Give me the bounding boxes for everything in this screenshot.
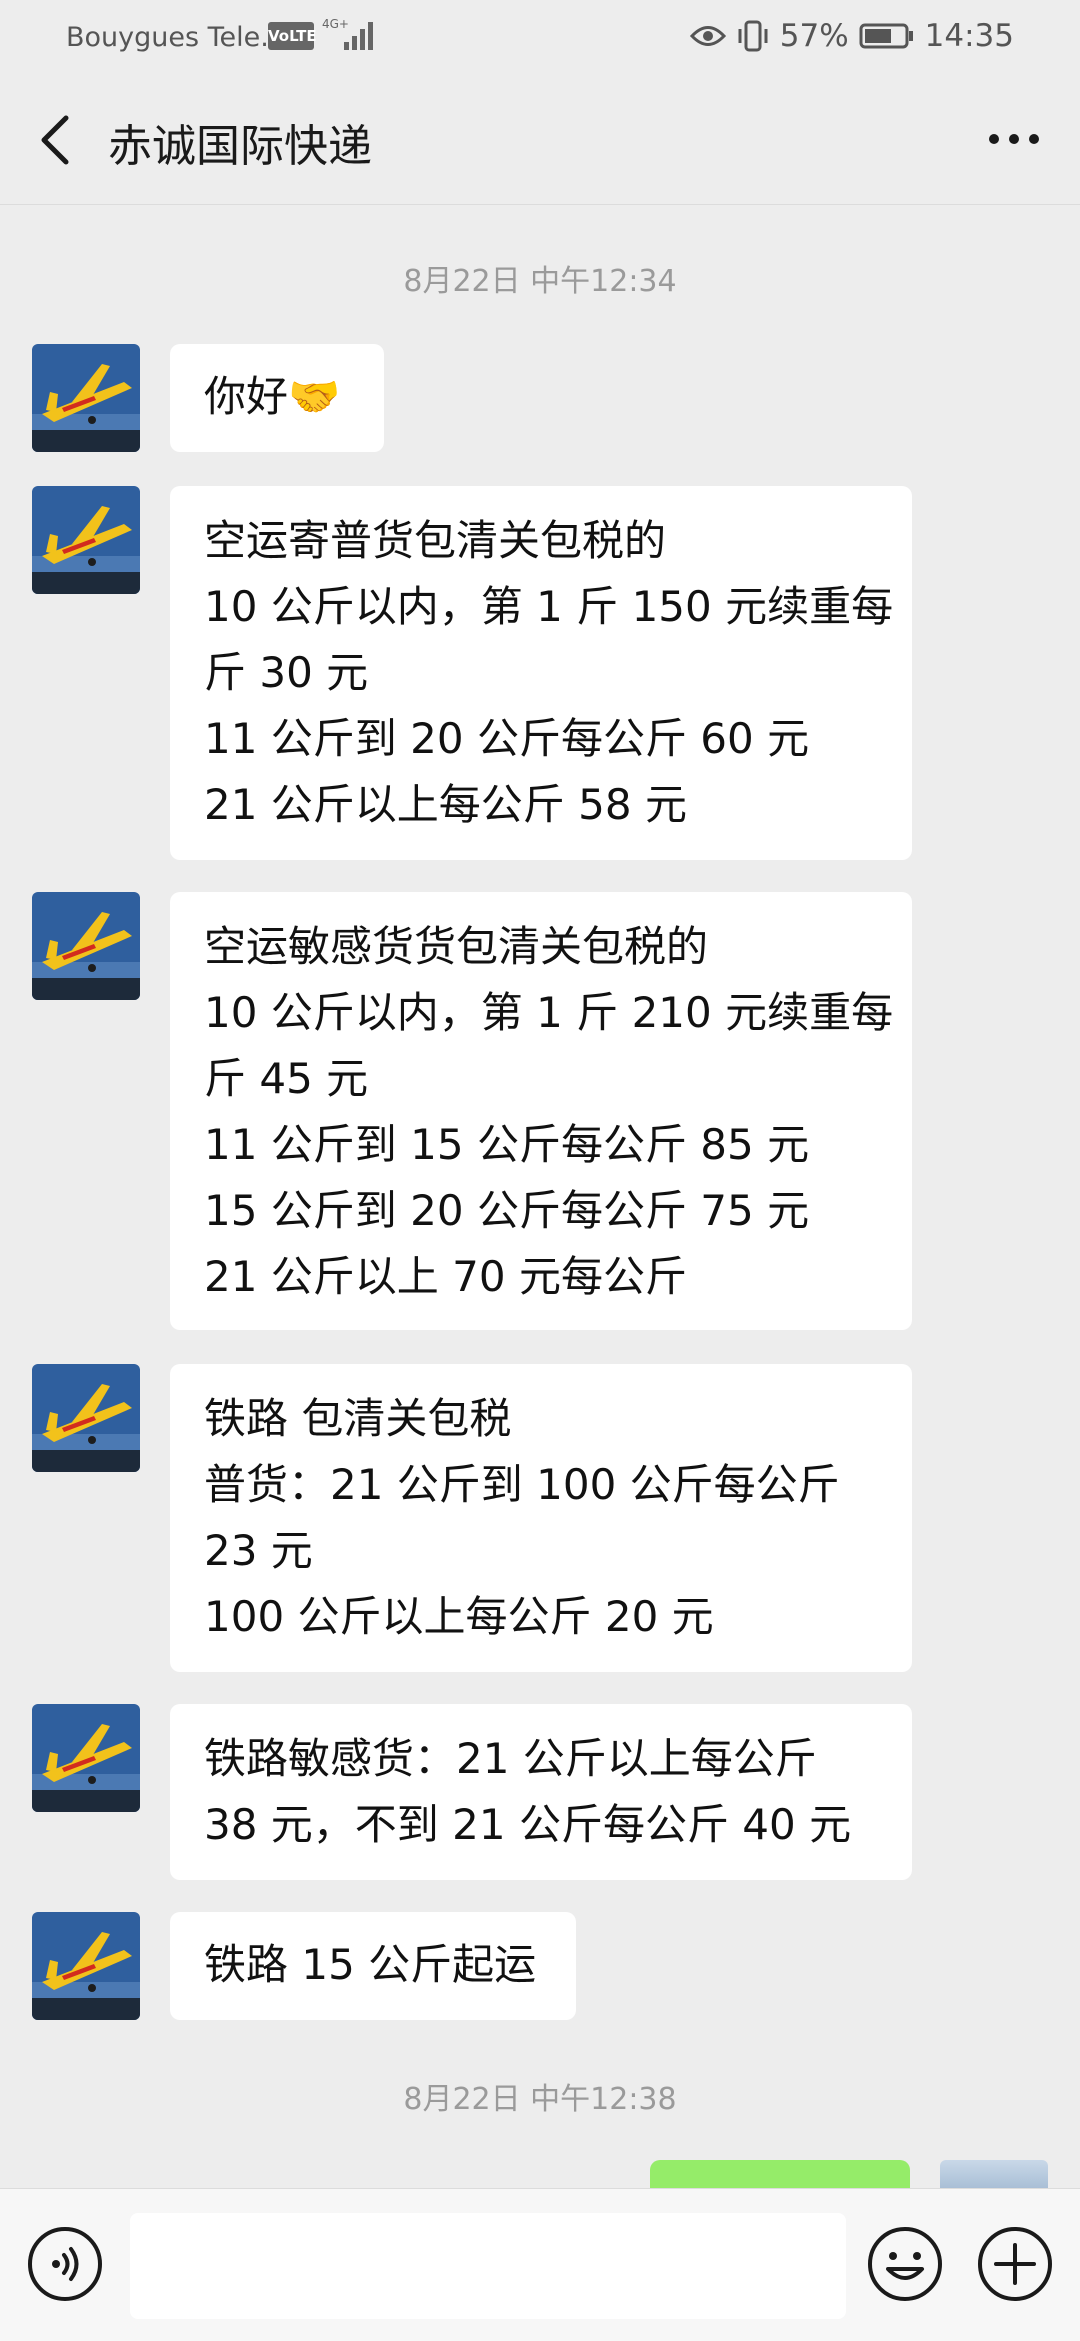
signal-icon: 4G+	[322, 17, 373, 50]
message-text: 10 公斤以内，第 1 斤 150 元续重每	[204, 582, 894, 631]
message-text: 10 公斤以内，第 1 斤 210 元续重每	[204, 988, 894, 1037]
message-text: 你好🤝	[204, 372, 341, 421]
message-bubble[interactable]: 你好🤝	[170, 344, 384, 452]
input-bar	[0, 2188, 1080, 2341]
carrier-label: Bouygues Tele...	[66, 22, 287, 53]
avatar[interactable]	[32, 1912, 140, 2020]
message-text: 21 公斤以上 70 元每公斤	[204, 1252, 687, 1301]
message-text: 21 公斤以上每公斤 58 元	[204, 780, 687, 829]
vibrate-icon	[738, 20, 768, 52]
voice-icon[interactable]	[26, 2225, 104, 2303]
message-text: 斤 30 元	[204, 648, 369, 697]
eye-icon	[689, 26, 726, 46]
clock: 14:35	[924, 18, 1014, 54]
chat-title: 赤诚国际快递	[108, 121, 372, 172]
timestamp: 8月22日 中午12:34	[403, 264, 677, 299]
more-dots-icon[interactable]	[984, 124, 1044, 154]
plus-icon[interactable]	[976, 2225, 1054, 2303]
message-text: 23 元	[204, 1526, 313, 1575]
status-right: 57% 14:35	[689, 18, 1014, 54]
message-text: 15 公斤到 20 公斤每公斤 75 元	[204, 1186, 810, 1235]
message-bubble[interactable]: 空运寄普货包清关包税的 10 公斤以内，第 1 斤 150 元续重每 斤 30 …	[170, 486, 912, 860]
avatar[interactable]	[32, 1364, 140, 1472]
message-bubble[interactable]: 铁路 包清关包税 普货：21 公斤到 100 公斤每公斤 23 元 100 公斤…	[170, 1364, 912, 1672]
message-text: 100 公斤以上每公斤 20 元	[204, 1592, 714, 1641]
svg-text:4G+: 4G+	[322, 17, 349, 31]
avatar[interactable]	[32, 892, 140, 1000]
timestamp: 8月22日 中午12:38	[403, 2082, 677, 2117]
battery-percent: 57%	[779, 18, 849, 54]
battery-icon	[859, 23, 913, 49]
self-message-bubble[interactable]	[650, 2160, 910, 2188]
avatar[interactable]	[32, 344, 140, 452]
status-bar: Bouygues Tele... VoLTE 4G+ 57% 14:35	[0, 0, 1080, 72]
chat-header: 赤诚国际快递	[0, 72, 1080, 205]
message-text: 普货：21 公斤到 100 公斤每公斤	[204, 1460, 840, 1509]
message-text: 空运敏感货货包清关包税的	[204, 922, 709, 971]
message-bubble[interactable]: 铁路敏感货：21 公斤以上每公斤 38 元，不到 21 公斤每公斤 40 元	[170, 1704, 912, 1880]
message-input[interactable]	[130, 2213, 846, 2319]
message-text: 11 公斤到 20 公斤每公斤 60 元	[204, 714, 810, 763]
message-text: 斤 45 元	[204, 1054, 369, 1103]
message-bubble[interactable]: 空运敏感货货包清关包税的 10 公斤以内，第 1 斤 210 元续重每 斤 45…	[170, 892, 912, 1330]
message-text: 铁路 包清关包税	[204, 1394, 512, 1443]
message-text: 11 公斤到 15 公斤每公斤 85 元	[204, 1120, 810, 1169]
message-text: 空运寄普货包清关包税的	[204, 516, 667, 565]
message-text: 铁路敏感货：21 公斤以上每公斤	[204, 1734, 817, 1783]
emoji-icon[interactable]	[866, 2225, 944, 2303]
message-text: 38 元，不到 21 公斤每公斤 40 元	[204, 1800, 852, 1849]
volte-badge: VoLTE	[268, 22, 317, 50]
message-text: 铁路 15 公斤起运	[204, 1940, 537, 1989]
chevron-left-icon[interactable]	[36, 112, 76, 168]
self-avatar[interactable]	[940, 2160, 1048, 2188]
avatar[interactable]	[32, 1704, 140, 1812]
message-bubble[interactable]: 铁路 15 公斤起运	[170, 1912, 576, 2020]
avatar[interactable]	[32, 486, 140, 594]
